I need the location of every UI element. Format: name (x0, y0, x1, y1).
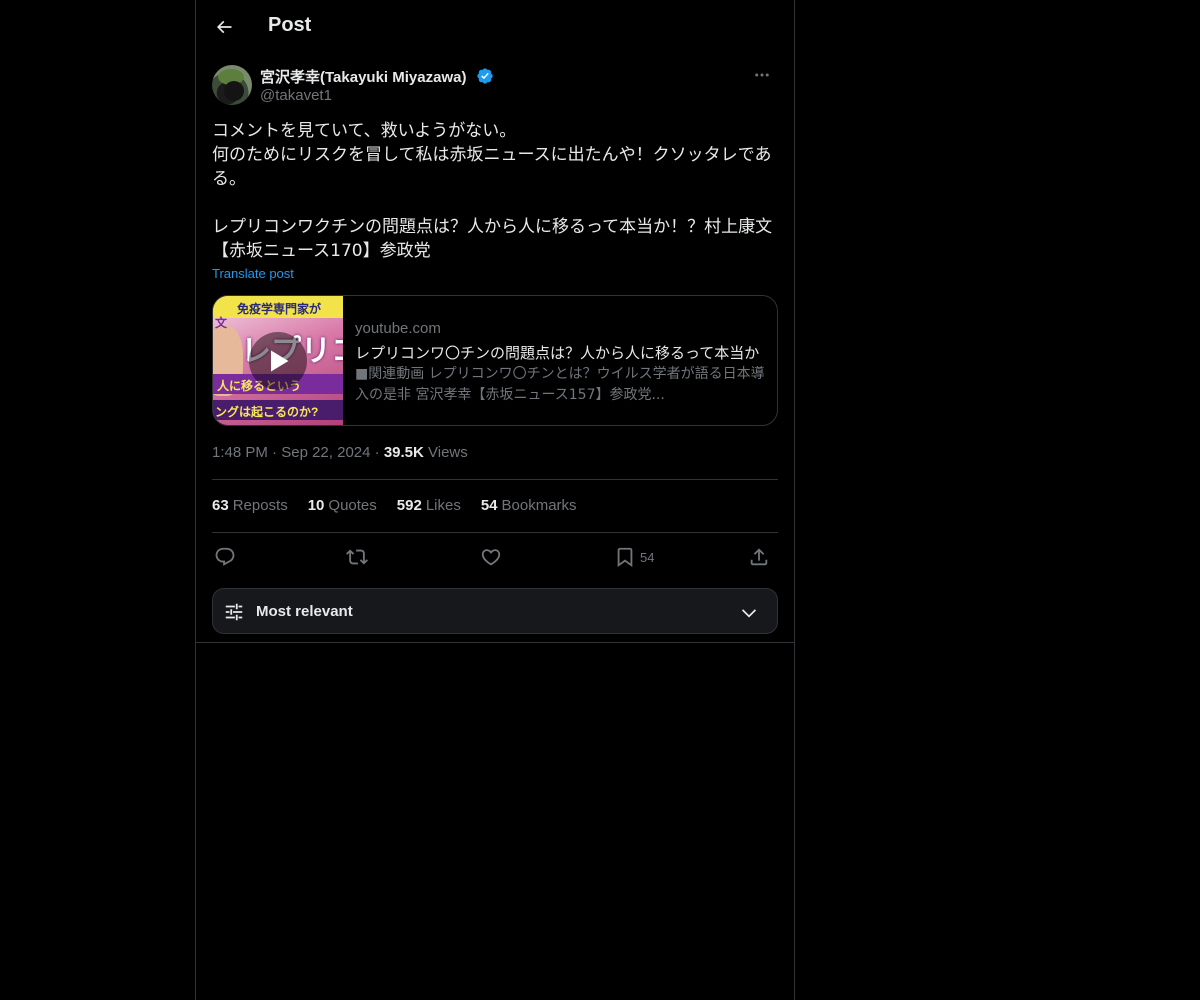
separator: · (272, 444, 278, 461)
author-handle[interactable]: @takavet1 (260, 87, 332, 104)
back-arrow-icon (216, 20, 232, 34)
post-text: コメントを見ていて、救いようがない。 何のためにリスクを冒して私は赤坂ニュースに… (212, 121, 773, 261)
more-button[interactable] (746, 64, 778, 86)
views-label: Views (428, 444, 468, 461)
link-card[interactable]: 免疫学専門家が レプリコ 文 人に移るという ングは起こるのか? youtube… (212, 295, 778, 426)
avatar[interactable] (212, 65, 252, 105)
top-bar: Post (196, 0, 794, 54)
play-icon (271, 350, 289, 372)
repost-button[interactable] (346, 543, 368, 571)
divider (212, 532, 778, 533)
post-meta: 1:48 PM · Sep 22, 2024 · 39.5K Views (212, 444, 468, 461)
play-button[interactable] (249, 332, 307, 390)
post-stats: 63 Reposts 10 Quotes 592 Likes 54 Bookmarks (212, 497, 577, 514)
reply-icon (215, 547, 235, 566)
section-divider (196, 642, 794, 643)
share-icon (750, 548, 768, 566)
bookmark-button[interactable]: 54 (614, 543, 654, 571)
action-bar: 54 (212, 543, 778, 571)
card-description: ■関連動画 レプリコンワ〇チンとは？ウイルス学者が語る日本導入の是非 宮沢孝幸【… (355, 366, 765, 403)
share-button[interactable] (748, 543, 770, 571)
post-column: Post 宮沢孝幸(Takayuki Miyazawa) @takavet1 コ… (195, 0, 795, 1000)
verified-badge-icon (477, 68, 493, 84)
divider (212, 479, 778, 480)
views-count: 39.5K (383, 444, 424, 461)
chevron-down-icon (741, 609, 757, 618)
thumb-text: 免疫学専門家が (237, 302, 322, 316)
card-domain: youtube.com (355, 320, 441, 337)
repost-icon (346, 549, 368, 565)
bookmark-count: 54 (640, 549, 655, 565)
post-date[interactable]: Sep 22, 2024 (281, 444, 370, 461)
bookmarks-stat[interactable]: 54 Bookmarks (481, 497, 577, 514)
thumb-text: ングは起こるのか? (215, 405, 319, 419)
likes-stat[interactable]: 592 Likes (397, 497, 461, 514)
video-thumbnail: 免疫学専門家が レプリコ 文 人に移るという ングは起こるのか? (213, 296, 343, 425)
reposts-stat[interactable]: 63 Reposts (212, 497, 288, 514)
reply-button[interactable] (214, 543, 236, 571)
like-icon (481, 549, 501, 566)
thumb-text: 文 (215, 316, 228, 330)
filter-icon (225, 603, 243, 621)
card-title: レプリコンワ〇チンの問題点は？人から人に移るって本当か (355, 344, 760, 362)
post-author: 宮沢孝幸(Takayuki Miyazawa) @takavet1 (212, 64, 778, 106)
separator: · (374, 444, 380, 461)
reply-sort-dropdown[interactable]: Most relevant (212, 588, 778, 634)
author-display-name[interactable]: 宮沢孝幸(Takayuki Miyazawa) (260, 66, 466, 87)
like-button[interactable] (480, 543, 502, 571)
page-title: Post (268, 14, 312, 36)
post-time[interactable]: 1:48 PM (212, 444, 268, 461)
back-button[interactable] (208, 11, 240, 43)
translate-post-link[interactable]: Translate post (212, 266, 294, 281)
bookmark-icon (617, 547, 633, 568)
sort-label: Most relevant (256, 603, 353, 620)
more-icon (755, 73, 769, 77)
quotes-stat[interactable]: 10 Quotes (308, 497, 377, 514)
